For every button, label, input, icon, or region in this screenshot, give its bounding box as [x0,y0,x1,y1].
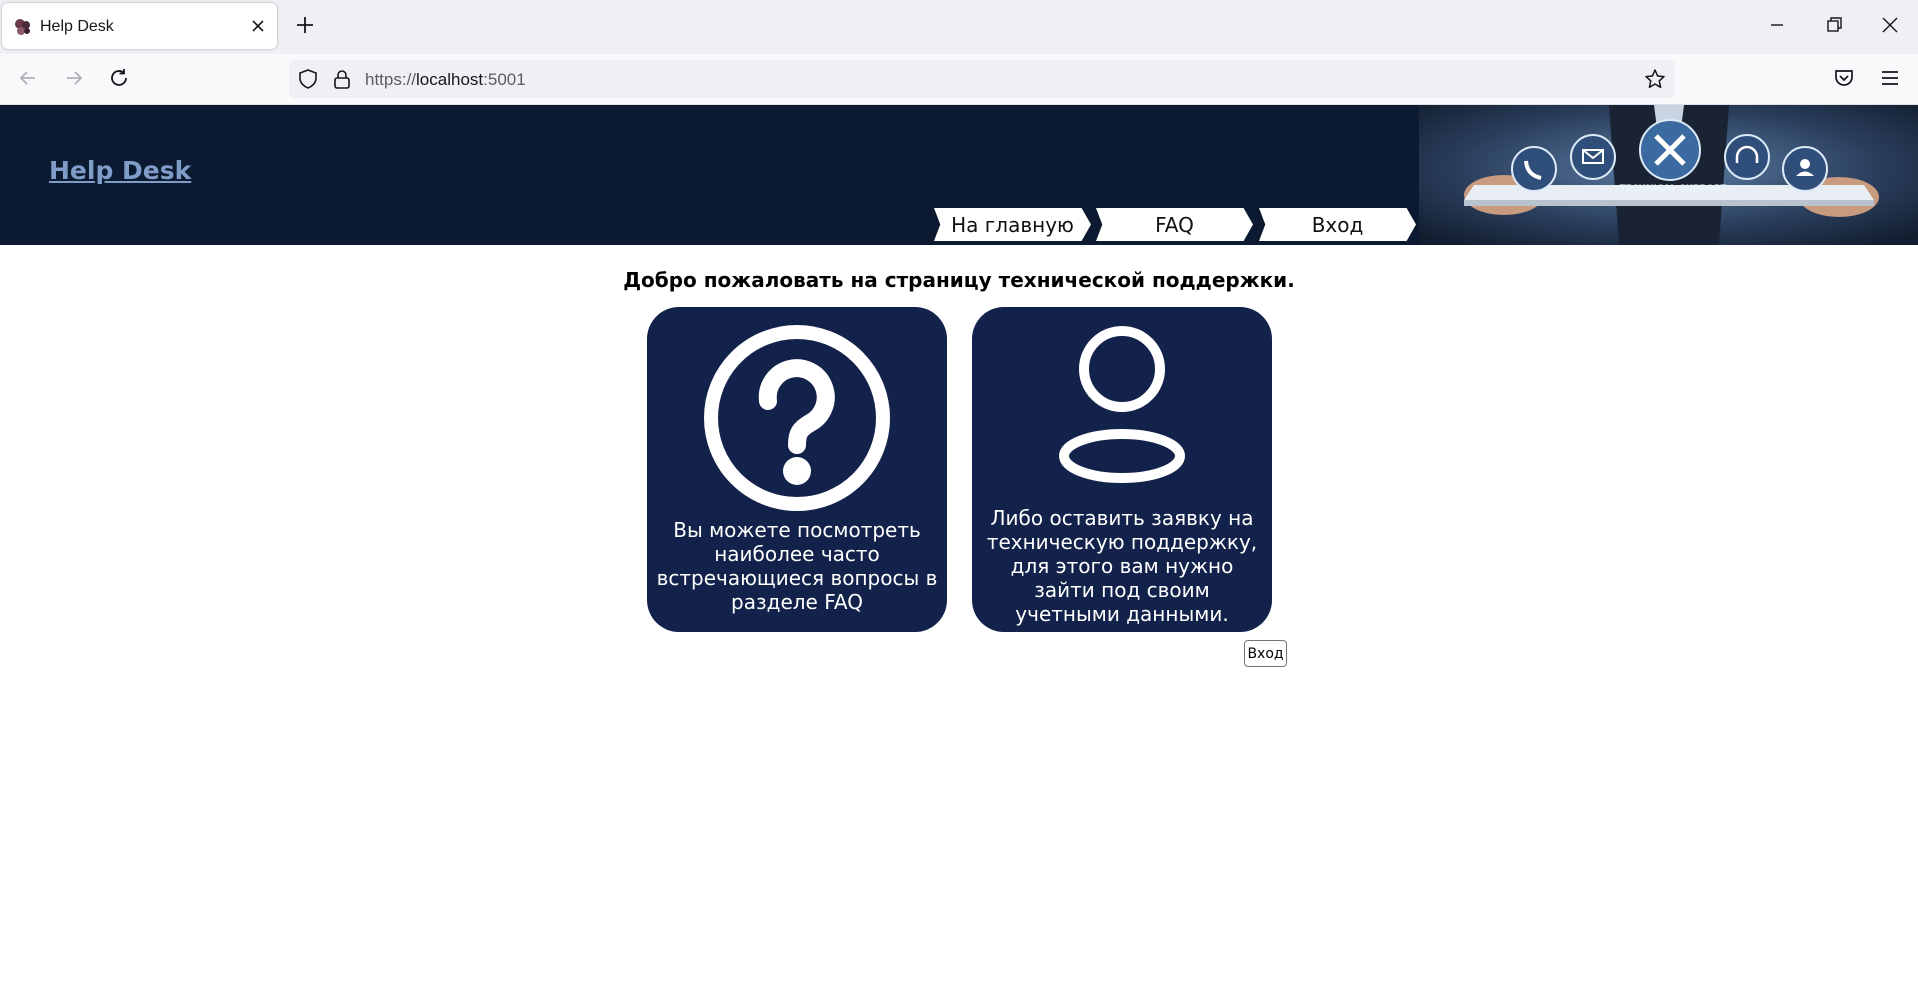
site-title-link[interactable]: Help Desk [49,156,191,185]
site-favicon-icon [15,19,30,35]
url-bar[interactable]: https://localhost:5001 [289,60,1675,98]
question-circle-icon [704,325,890,511]
login-button[interactable]: Вход [1244,640,1287,667]
tab-title: Help Desk [40,18,114,35]
browser-tabstrip: Help Desk [0,0,1918,54]
back-icon[interactable] [16,66,40,90]
user-icon [1059,326,1185,483]
login-card-text: Либо оставить заявку на техническую подд… [986,506,1258,626]
minimize-icon[interactable] [1766,14,1788,36]
faq-card-text: Вы можете посмотреть наиболее часто встр… [656,518,938,614]
nav-login-link[interactable]: Вход [1259,208,1416,241]
close-window-icon[interactable] [1879,14,1901,36]
browser-tab[interactable]: Help Desk [2,3,277,49]
pocket-icon[interactable] [1832,66,1856,90]
shield-icon[interactable] [297,68,319,90]
welcome-heading: Добро пожаловать на страницу технической… [623,268,1295,292]
bookmark-star-icon[interactable] [1644,68,1666,90]
faq-card: Вы можете посмотреть наиболее часто встр… [647,307,947,632]
url-text[interactable]: https://localhost:5001 [365,70,526,90]
forward-icon[interactable] [62,66,86,90]
banner-caption: TECHNICAL SUPPORT [1619,184,1727,194]
login-card: Либо оставить заявку на техническую подд… [972,307,1272,632]
tech-support-banner-image: TECHNICAL SUPPORT [1419,105,1918,245]
site-header: Help Desk На главную FAQ Вход TECHNICAL … [0,105,1918,245]
browser-navbar: https://localhost:5001 [0,54,1918,105]
nav-home-link[interactable]: На главную [934,208,1091,241]
reload-icon[interactable] [107,66,131,90]
lock-icon[interactable] [331,68,353,90]
restore-icon[interactable] [1823,14,1845,36]
nav-faq-link[interactable]: FAQ [1096,208,1253,241]
close-tab-icon[interactable] [250,18,266,34]
menu-icon[interactable] [1878,66,1902,90]
new-tab-icon[interactable] [294,14,316,36]
